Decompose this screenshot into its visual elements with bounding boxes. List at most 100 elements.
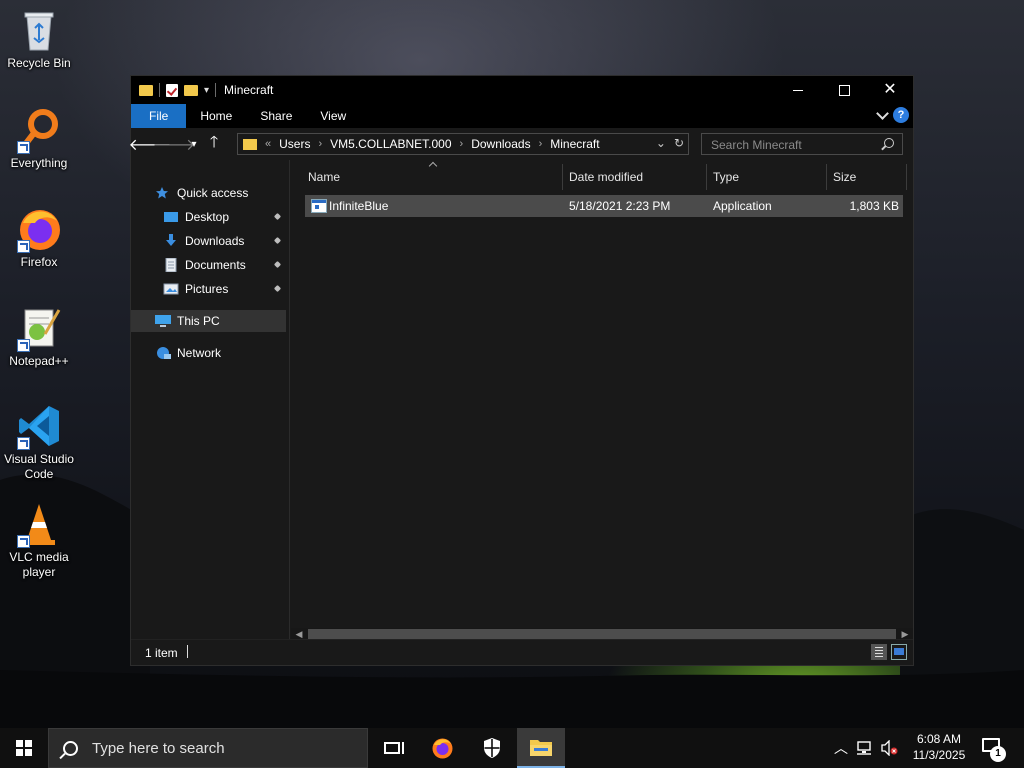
large-icons-view-icon[interactable] xyxy=(891,644,907,660)
breadcrumb-vm5[interactable]: VM5.COLLABNET.000 xyxy=(330,137,451,151)
nav-label: Desktop xyxy=(185,210,230,224)
nav-downloads[interactable]: Downloads xyxy=(163,230,244,252)
desktop-icon-label: Recycle Bin xyxy=(7,56,71,70)
folder-icon xyxy=(243,138,257,150)
breadcrumb-minecraft[interactable]: Minecraft xyxy=(550,137,599,151)
title-bar[interactable]: ▾ Minecraft ✕ xyxy=(131,76,913,104)
quick-access-toolbar: ▾ xyxy=(131,83,217,97)
shortcut-arrow-icon xyxy=(17,141,30,154)
desktop-icon-recycle-bin[interactable]: Recycle Bin xyxy=(2,6,76,71)
vlc-cone-icon xyxy=(15,500,63,548)
recent-locations-chevron-icon[interactable]: ▾ xyxy=(186,132,202,156)
column-header-size[interactable]: Size xyxy=(833,170,856,184)
tab-file[interactable]: File xyxy=(131,104,187,128)
folder-icon xyxy=(139,84,153,96)
taskbar-search-box[interactable]: Type here to search xyxy=(48,728,368,768)
help-icon[interactable]: ? xyxy=(893,107,909,123)
desktop-icon-label-line2: player xyxy=(22,565,56,579)
column-header-date-modified[interactable]: Date modified xyxy=(569,170,643,184)
clock-date: 11/3/2025 xyxy=(912,748,966,762)
close-button[interactable]: ✕ xyxy=(867,76,913,104)
column-divider[interactable] xyxy=(562,164,563,190)
ribbon-right-controls: ? xyxy=(876,106,909,123)
nav-quick-access[interactable]: Quick access xyxy=(155,182,248,204)
nav-network[interactable]: Network xyxy=(155,342,221,364)
nav-label: Quick access xyxy=(177,186,249,200)
properties-icon[interactable] xyxy=(166,83,178,97)
pin-icon[interactable] xyxy=(274,238,281,245)
column-header-name[interactable]: Name xyxy=(308,170,340,184)
desktop-icon-everything[interactable]: Everything xyxy=(2,106,76,171)
column-divider[interactable] xyxy=(706,164,707,190)
window-title: Minecraft xyxy=(224,83,274,97)
taskbar-firefox[interactable] xyxy=(418,728,466,768)
file-row[interactable]: InfiniteBlue 5/18/2021 2:23 PM Applicati… xyxy=(305,195,903,217)
new-folder-icon[interactable] xyxy=(184,84,198,96)
details-view-icon[interactable] xyxy=(871,644,887,660)
search-icon xyxy=(884,138,894,148)
close-icon: ✕ xyxy=(883,81,897,98)
expand-ribbon-chevron-icon[interactable] xyxy=(876,106,889,120)
desktop-icon-firefox[interactable]: Firefox xyxy=(2,205,76,270)
nav-pictures[interactable]: Pictures xyxy=(163,278,228,300)
nav-label: Pictures xyxy=(185,282,229,296)
column-divider[interactable] xyxy=(906,164,907,190)
system-tray: ︿ xyxy=(834,728,898,768)
shield-icon xyxy=(484,738,500,758)
taskbar-file-explorer[interactable] xyxy=(517,728,565,768)
taskbar-clock[interactable]: 6:08 AM 11/3/2025 xyxy=(900,731,978,763)
nav-this-pc[interactable]: This PC xyxy=(131,310,286,332)
explorer-body: Quick access Desktop Downloads Documents… xyxy=(131,160,913,640)
minimize-button[interactable] xyxy=(775,76,821,104)
network-icon xyxy=(155,346,171,360)
task-view-icon xyxy=(384,742,404,754)
address-history-chevron-icon[interactable]: ⌄ xyxy=(656,136,666,150)
maximize-button[interactable] xyxy=(821,76,867,104)
file-date-modified: 5/18/2021 2:23 PM xyxy=(569,199,671,213)
tab-share[interactable]: Share xyxy=(246,104,306,128)
pin-icon[interactable] xyxy=(274,262,281,269)
search-box[interactable] xyxy=(701,133,903,155)
forward-button[interactable]: 🡒 xyxy=(153,132,196,156)
scrollbar-thumb[interactable] xyxy=(308,629,896,639)
file-name: InfiniteBlue xyxy=(329,199,389,213)
up-button[interactable]: 🡑 xyxy=(202,132,226,156)
taskbar-windows-security[interactable] xyxy=(468,728,516,768)
desktop-icon-label-line1: VLC media xyxy=(9,550,69,564)
pin-icon[interactable] xyxy=(274,214,281,221)
firefox-icon xyxy=(15,205,63,253)
pin-icon[interactable] xyxy=(274,286,281,293)
column-header-type[interactable]: Type xyxy=(713,170,739,184)
recycle-bin-icon xyxy=(15,6,63,54)
application-icon xyxy=(311,199,327,213)
tab-home[interactable]: Home xyxy=(186,104,246,128)
desktop-icon-vscode[interactable]: Visual Studio Code xyxy=(2,402,76,482)
task-view-button[interactable] xyxy=(368,728,416,768)
shortcut-arrow-icon xyxy=(17,535,30,548)
show-hidden-icons-chevron-icon[interactable]: ︿ xyxy=(834,738,848,758)
breadcrumb-overflow-icon[interactable]: « xyxy=(265,138,271,150)
breadcrumb-separator-icon[interactable]: › xyxy=(318,138,322,150)
start-button[interactable] xyxy=(0,728,48,768)
breadcrumb-downloads[interactable]: Downloads xyxy=(471,137,530,151)
search-icon xyxy=(63,740,78,756)
volume-muted-icon[interactable] xyxy=(880,740,898,756)
search-input[interactable] xyxy=(709,137,883,153)
desktop-icon-notepad-plus-plus[interactable]: Notepad++ xyxy=(2,304,76,369)
desktop-icon-label: Everything xyxy=(10,156,68,170)
network-status-icon[interactable] xyxy=(856,741,874,755)
address-bar[interactable]: « Users › VM5.COLLABNET.000 › Downloads … xyxy=(237,133,689,155)
nav-documents[interactable]: Documents xyxy=(163,254,246,276)
nav-label: Network xyxy=(177,346,222,360)
customize-toolbar-dropdown-icon[interactable]: ▾ xyxy=(204,85,209,96)
breadcrumb-users[interactable]: Users xyxy=(279,137,310,151)
nav-desktop[interactable]: Desktop xyxy=(163,206,229,228)
breadcrumb-separator-icon[interactable]: › xyxy=(460,138,464,150)
column-divider[interactable] xyxy=(826,164,827,190)
desktop-icon-vlc[interactable]: VLC media player xyxy=(2,500,76,580)
tab-view[interactable]: View xyxy=(306,104,360,128)
breadcrumb-separator-icon[interactable]: › xyxy=(539,138,543,150)
refresh-icon[interactable]: ↻ xyxy=(674,136,684,150)
notepad-plus-plus-icon xyxy=(15,304,63,352)
toolbar-divider xyxy=(215,83,217,97)
